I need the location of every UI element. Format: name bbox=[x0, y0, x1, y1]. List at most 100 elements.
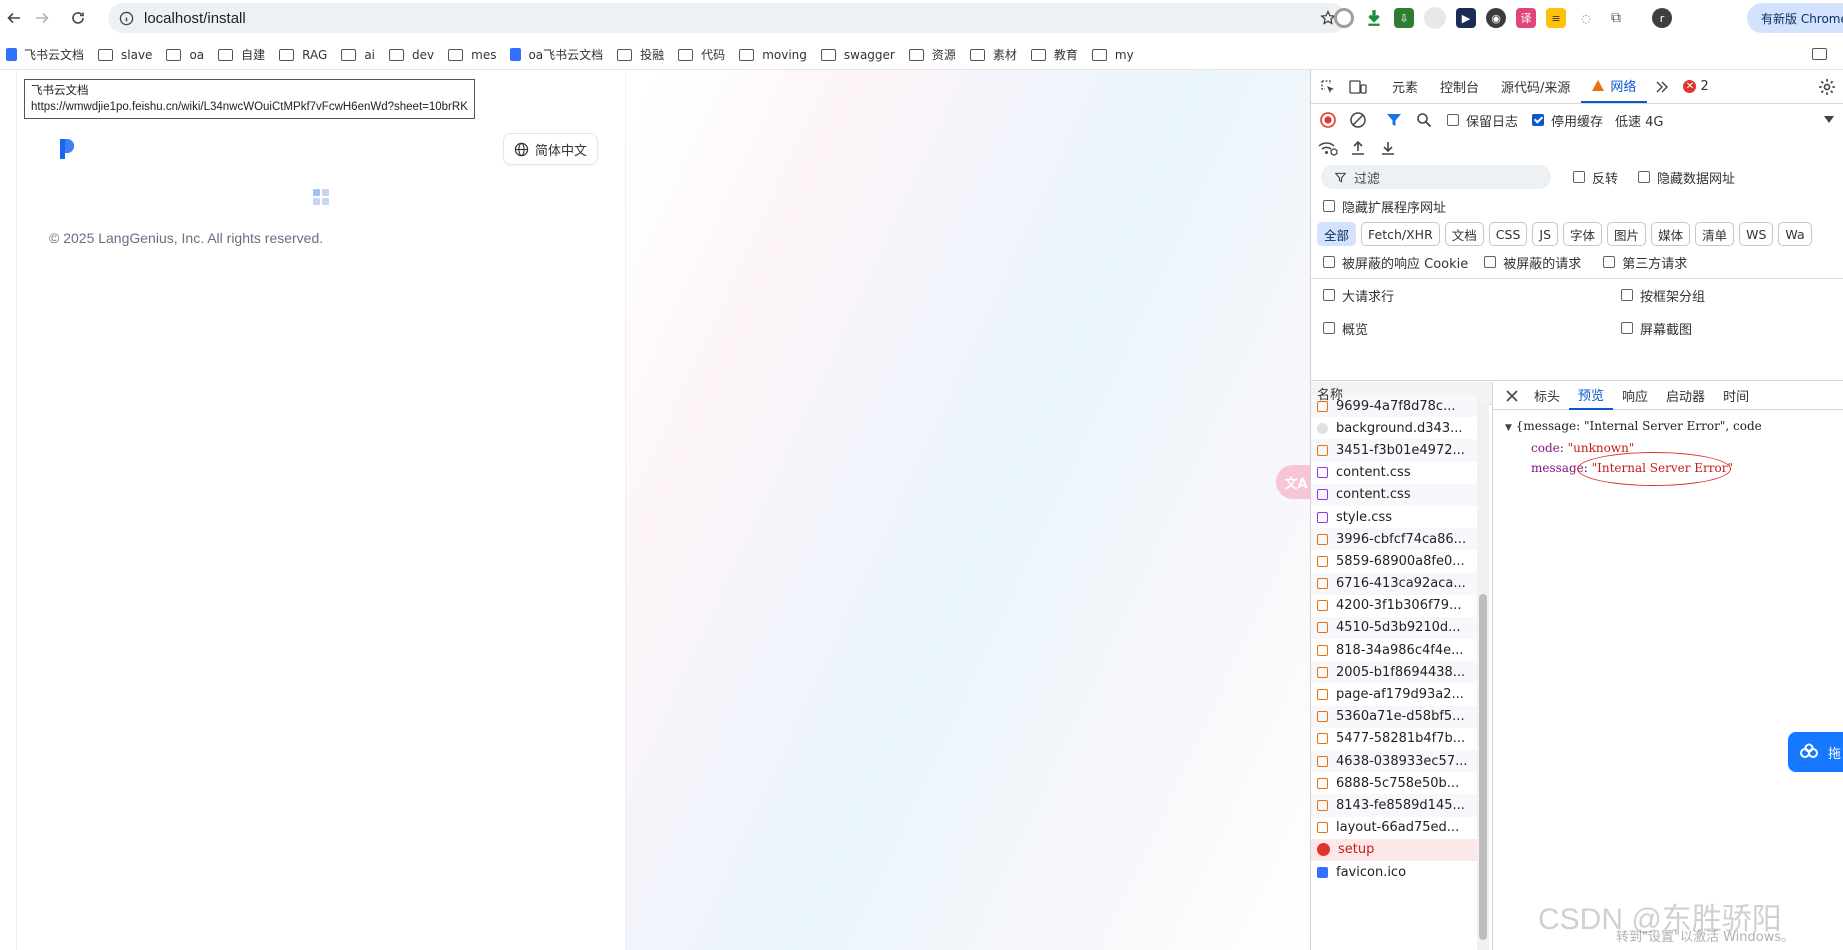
detail-tab[interactable]: 时间 bbox=[1714, 382, 1758, 410]
green-extension-icon[interactable]: ⇩ bbox=[1394, 8, 1414, 28]
type-filter-chip[interactable]: Fetch/XHR bbox=[1361, 222, 1440, 246]
throttle-select[interactable]: 低速 4G bbox=[1615, 111, 1663, 130]
translate-extension-icon[interactable]: 译 bbox=[1516, 8, 1536, 28]
request-row[interactable]: 4510-5d3b9210d... bbox=[1311, 616, 1477, 640]
bookmark-item[interactable]: 教育 bbox=[1025, 43, 1086, 67]
chevron-down-icon[interactable] bbox=[1824, 116, 1834, 124]
request-row[interactable]: 8143-fe8589d145... bbox=[1311, 794, 1477, 817]
bookmark-item[interactable]: 飞书云文档 bbox=[0, 43, 92, 67]
bookmark-item[interactable]: 投融 bbox=[611, 43, 672, 67]
request-row[interactable]: 5859-68900a8fe0... bbox=[1311, 550, 1477, 572]
screenshots-checkbox[interactable]: 屏幕截图 bbox=[1621, 319, 1692, 338]
close-detail-icon[interactable] bbox=[1499, 382, 1525, 411]
puzzle-extensions-icon[interactable]: ⧉ bbox=[1606, 8, 1626, 28]
blocked-cookies-checkbox[interactable]: 被屏蔽的响应 Cookie bbox=[1323, 253, 1468, 272]
request-row[interactable]: setup bbox=[1311, 838, 1477, 861]
third-party-checkbox[interactable]: 第三方请求 bbox=[1603, 253, 1687, 272]
yellow-extension-icon[interactable]: ≡ bbox=[1546, 8, 1566, 28]
update-chrome-button[interactable]: 有新版 Chrome bbox=[1747, 3, 1843, 33]
filter-input[interactable]: 过滤 bbox=[1321, 165, 1551, 189]
tab-network[interactable]: 网络 bbox=[1581, 70, 1648, 103]
type-filter-chip[interactable]: 字体 bbox=[1563, 222, 1603, 246]
request-row[interactable]: 9699-4a7f8d78c... bbox=[1311, 395, 1477, 418]
json-root-line[interactable]: ▼ {message: "Internal Server Error", cod… bbox=[1505, 416, 1843, 438]
other-bookmarks-folder-icon[interactable] bbox=[1812, 48, 1827, 60]
gray-extension-icon[interactable] bbox=[1424, 7, 1446, 29]
export-har-icon[interactable] bbox=[1373, 133, 1403, 163]
request-row[interactable]: 4200-3f1b306f79... bbox=[1311, 595, 1477, 617]
request-row[interactable]: 818-34a986c4f4e... bbox=[1311, 639, 1477, 661]
request-row[interactable]: content.css bbox=[1311, 462, 1477, 484]
preserve-log-checkbox[interactable]: 保留日志 bbox=[1447, 111, 1518, 130]
side-float-button[interactable]: 拖 bbox=[1788, 732, 1843, 772]
request-row[interactable]: layout-66ad75ed... bbox=[1311, 817, 1477, 839]
settings-gear-icon[interactable] bbox=[1812, 72, 1842, 102]
request-row[interactable]: background.d343... bbox=[1311, 417, 1477, 439]
bookmark-item[interactable]: oa bbox=[160, 43, 212, 67]
bookmark-item[interactable]: 自建 bbox=[212, 43, 273, 67]
import-har-icon[interactable] bbox=[1343, 133, 1373, 163]
video-extension-icon[interactable]: ▶ bbox=[1456, 8, 1476, 28]
hide-extension-urls-checkbox[interactable]: 隐藏扩展程序网址 bbox=[1323, 197, 1446, 216]
bookmark-item[interactable]: 素材 bbox=[964, 43, 1025, 67]
request-row[interactable]: favicon.ico bbox=[1311, 861, 1477, 883]
request-row[interactable]: 5477-58281b4f7b... bbox=[1311, 728, 1477, 750]
device-toolbar-icon[interactable] bbox=[1343, 72, 1373, 102]
stop-recording-icon[interactable] bbox=[1313, 105, 1343, 135]
bookmark-item[interactable]: 资源 bbox=[903, 43, 964, 67]
request-row[interactable]: 5360a71e-d58bf5... bbox=[1311, 705, 1477, 728]
tab-console[interactable]: 控制台 bbox=[1429, 70, 1490, 103]
request-row[interactable]: 6716-413ca92aca... bbox=[1311, 572, 1477, 595]
type-filter-chip[interactable]: JS bbox=[1532, 222, 1559, 246]
request-row[interactable]: 4638-038933ec57... bbox=[1311, 750, 1477, 773]
scrollbar-thumb[interactable] bbox=[1479, 594, 1487, 940]
type-filter-chip[interactable]: 图片 bbox=[1607, 222, 1647, 246]
type-filter-chip[interactable]: WS bbox=[1739, 222, 1774, 246]
request-row[interactable]: 2005-b1f8694438... bbox=[1311, 661, 1477, 684]
reload-button[interactable] bbox=[64, 4, 92, 32]
bookmark-item[interactable]: RAG bbox=[273, 43, 335, 67]
inspect-element-icon[interactable] bbox=[1313, 72, 1343, 102]
type-filter-chip[interactable]: 清单 bbox=[1695, 222, 1735, 246]
clear-log-icon[interactable] bbox=[1343, 105, 1373, 135]
request-row[interactable]: 6888-5c758e50b... bbox=[1311, 772, 1477, 794]
request-row[interactable]: page-af179d93a2... bbox=[1311, 683, 1477, 705]
error-count-badge[interactable]: ✕ 2 bbox=[1683, 79, 1709, 94]
bookmark-item[interactable]: slave bbox=[92, 43, 160, 67]
group-by-frame-checkbox[interactable]: 按框架分组 bbox=[1621, 286, 1705, 305]
blocked-requests-checkbox[interactable]: 被屏蔽的请求 bbox=[1484, 253, 1581, 272]
capture-extension-icon[interactable]: ◉ bbox=[1486, 8, 1506, 28]
request-row[interactable]: style.css bbox=[1311, 506, 1477, 528]
language-select-button[interactable]: 简体中文 bbox=[503, 133, 599, 165]
type-filter-chip[interactable]: Wa bbox=[1778, 222, 1812, 246]
request-row[interactable]: 3451-f3b01e4972... bbox=[1311, 439, 1477, 462]
overview-checkbox[interactable]: 概览 bbox=[1323, 319, 1621, 338]
bookmark-item[interactable]: swagger bbox=[815, 43, 903, 67]
network-conditions-icon[interactable] bbox=[1313, 133, 1343, 163]
bookmark-item[interactable]: dev bbox=[383, 43, 442, 67]
search-icon[interactable] bbox=[1409, 105, 1439, 135]
detail-tab[interactable]: 标头 bbox=[1525, 382, 1569, 410]
disable-cache-checkbox[interactable]: 停用缓存 bbox=[1532, 111, 1603, 130]
profile-avatar[interactable]: r bbox=[1652, 8, 1672, 28]
download-extension-icon[interactable] bbox=[1364, 8, 1384, 28]
invert-checkbox[interactable]: 反转 bbox=[1573, 168, 1618, 187]
bookmark-item[interactable]: my bbox=[1086, 43, 1142, 67]
type-filter-chip[interactable]: CSS bbox=[1488, 222, 1528, 246]
forward-button[interactable] bbox=[28, 4, 56, 32]
bookmark-item[interactable]: 代码 bbox=[672, 43, 733, 67]
big-rows-checkbox[interactable]: 大请求行 bbox=[1323, 286, 1621, 305]
back-button[interactable] bbox=[0, 4, 28, 32]
detail-tab[interactable]: 预览 bbox=[1569, 382, 1614, 410]
type-filter-chip[interactable]: 媒体 bbox=[1651, 222, 1691, 246]
type-filter-chip[interactable]: 文档 bbox=[1444, 222, 1484, 246]
record-extension-icon[interactable] bbox=[1334, 8, 1354, 28]
request-row[interactable]: content.css bbox=[1311, 483, 1477, 506]
filter-funnel-icon[interactable] bbox=[1379, 105, 1409, 135]
bookmark-item[interactable]: moving bbox=[733, 43, 815, 67]
type-filter-chip[interactable]: 全部 bbox=[1317, 222, 1357, 246]
site-info-icon[interactable] bbox=[118, 10, 134, 26]
detail-tab[interactable]: 启动器 bbox=[1657, 382, 1714, 410]
hide-data-urls-checkbox[interactable]: 隐藏数据网址 bbox=[1638, 168, 1735, 187]
bookmark-item[interactable]: ai bbox=[335, 43, 383, 67]
